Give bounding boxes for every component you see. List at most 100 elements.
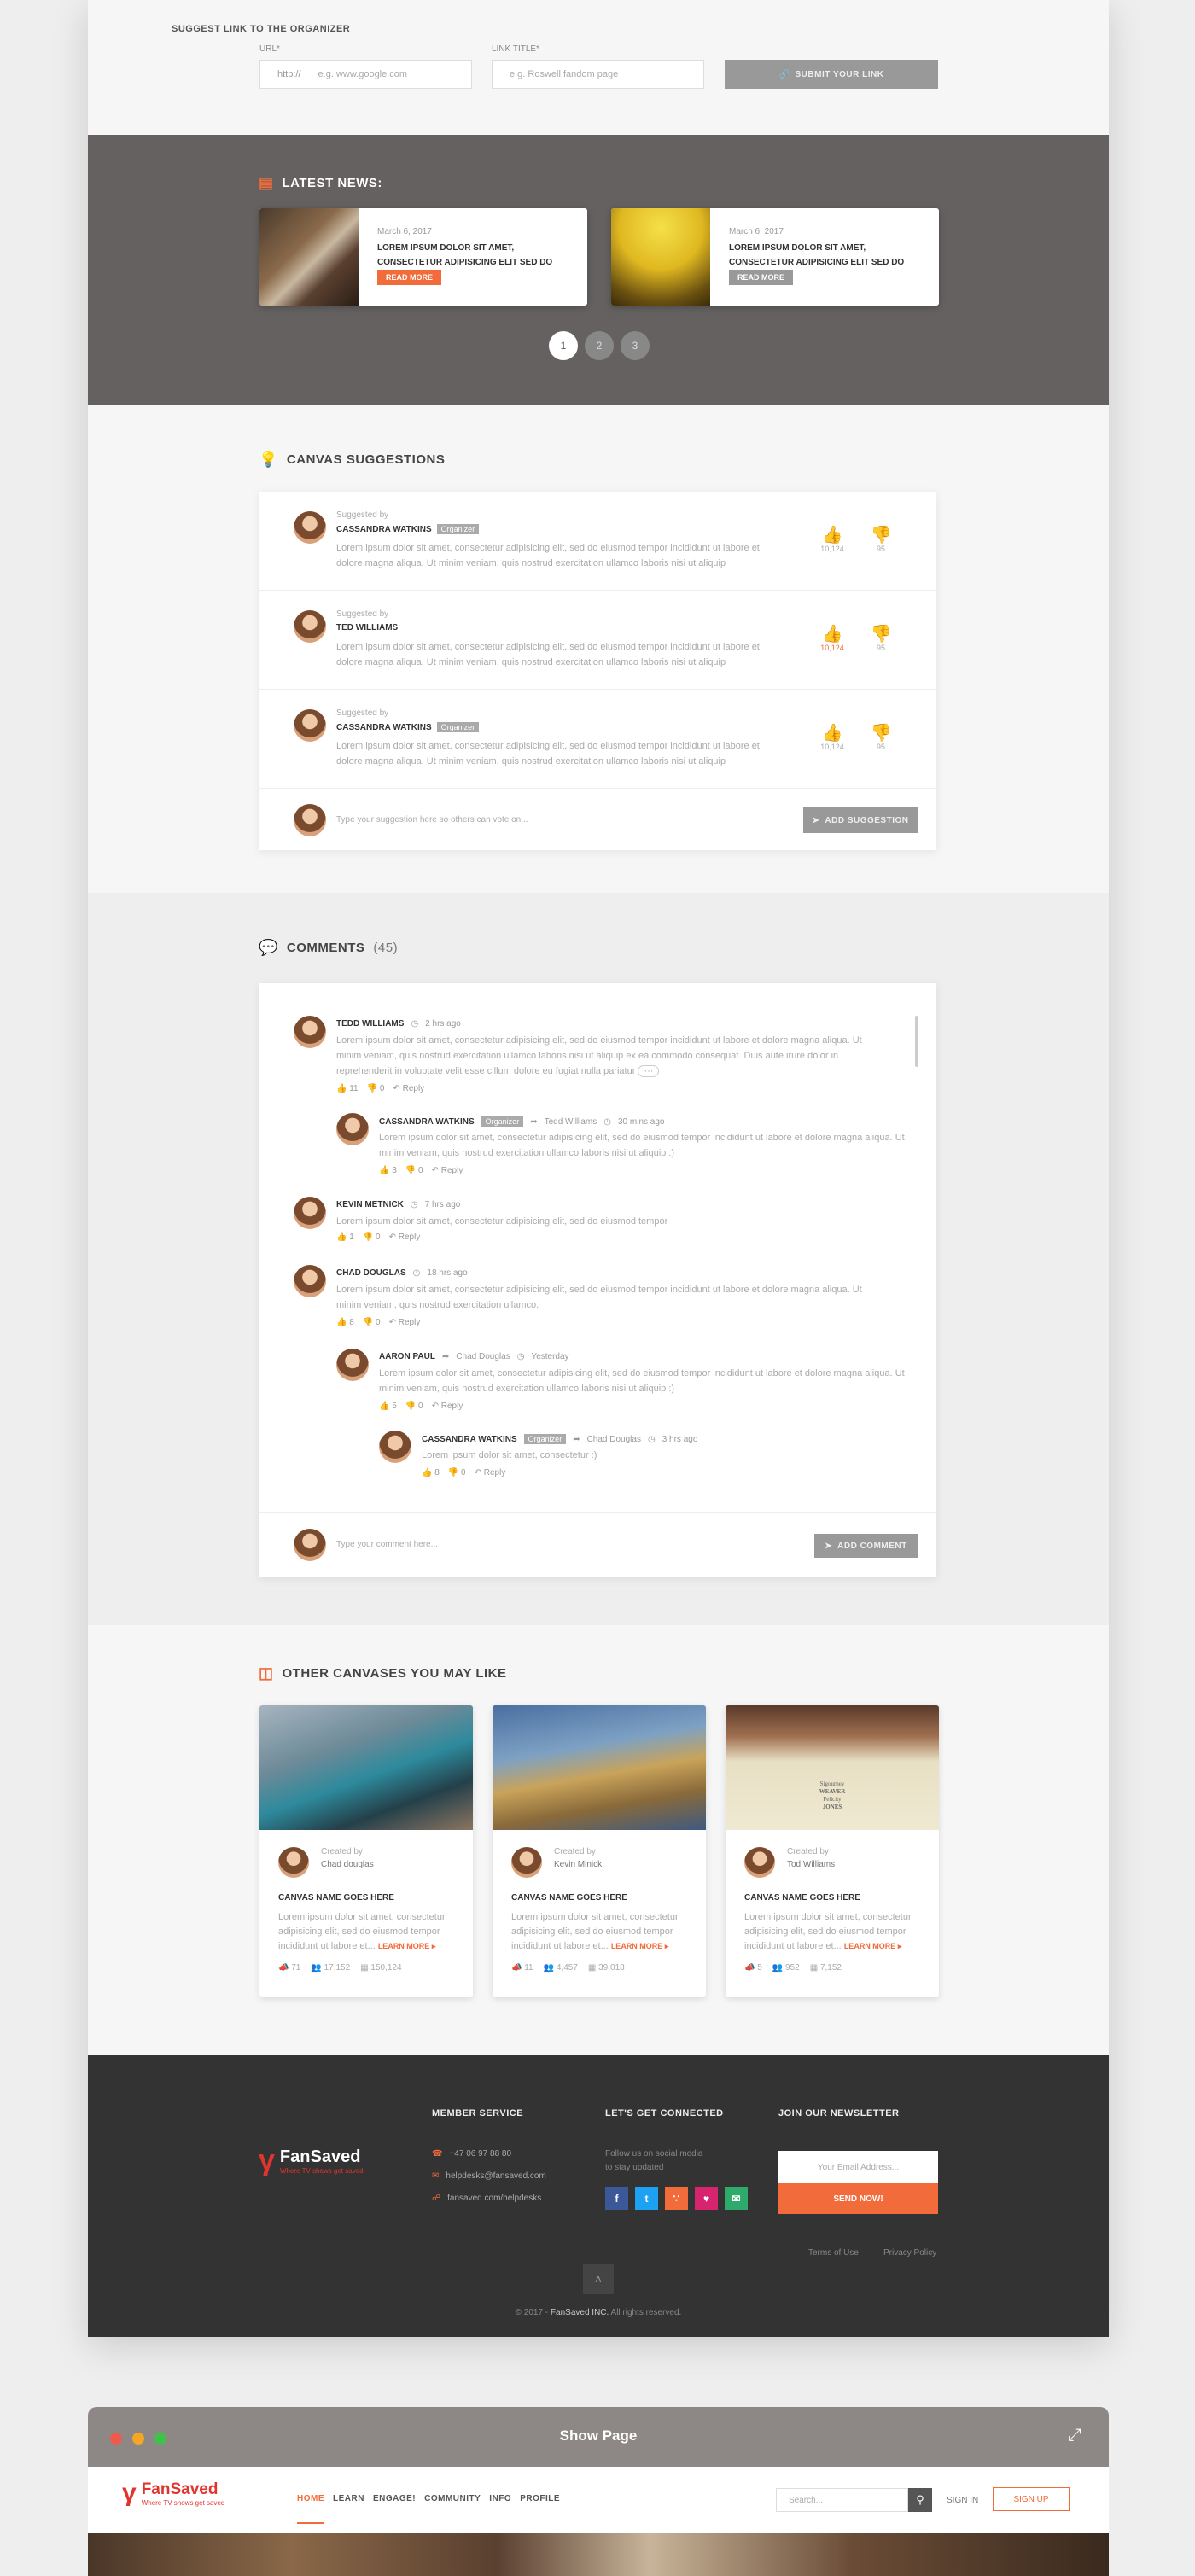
footer-logo[interactable]: γ FanSaved Where TV shows get saved: [259, 2144, 364, 2177]
canvas-stats: 📣 71 👥 17,152 ▦ 150,124: [278, 1963, 402, 1973]
stat-value: 952: [785, 1963, 800, 1973]
suggested-by-label: Suggested by: [336, 609, 389, 619]
learn-more-link[interactable]: LEARN MORE ▸: [844, 1942, 902, 1950]
url-input[interactable]: http:// e.g. www.google.com: [259, 60, 472, 89]
suggestion-input[interactable]: Type your suggestion here so others can …: [336, 815, 528, 825]
reply-arrow-icon: ➦: [441, 1352, 450, 1361]
comment-line: minim veniam, quis nostrud exercitation …: [379, 1384, 675, 1394]
helpdesk-link[interactable]: ☍ fansaved.com/helpdesks: [432, 2194, 541, 2203]
page-3-button[interactable]: 3: [621, 331, 650, 360]
like-button[interactable]: 👍 3: [379, 1166, 397, 1175]
canvas-card[interactable]: Sigourney WEAVER Felicity JONES Created by …: [726, 1705, 939, 1997]
megaphone-stat: 📣 11: [511, 1963, 533, 1973]
heart-icon[interactable]: ♥: [695, 2187, 718, 2210]
thumbs-up-icon: 👍: [821, 724, 843, 743]
add-suggestion-button[interactable]: ➤ ADD SUGGESTION: [803, 807, 918, 833]
comment-author: CASSANDRA WATKINS: [422, 1434, 517, 1444]
navbar-logo[interactable]: γ FanSaved Where TV shows get saved: [122, 2479, 224, 2508]
nav-profile[interactable]: PROFILE: [520, 2494, 560, 2524]
expand-icon[interactable]: ⤢: [1068, 2426, 1081, 2445]
dislike-button[interactable]: 👎 0: [405, 1402, 423, 1411]
dislike-button[interactable]: 👎 0: [448, 1468, 466, 1477]
clock-icon: ◷: [647, 1434, 656, 1444]
dislike-button[interactable]: 👎 0: [405, 1166, 423, 1175]
nav-community[interactable]: COMMUNITY: [424, 2494, 481, 2524]
send-now-button[interactable]: SEND NOW!: [778, 2183, 938, 2214]
facebook-icon[interactable]: f: [605, 2187, 628, 2210]
read-more-button[interactable]: READ MORE: [729, 270, 794, 285]
reply-button[interactable]: ↶ Reply: [432, 1402, 463, 1411]
dislike-button[interactable]: 👎 0: [367, 1084, 385, 1093]
comment-time: 2 hrs ago: [425, 1019, 461, 1029]
rss-icon[interactable]: ∵: [665, 2187, 688, 2210]
search-input[interactable]: Search...: [776, 2488, 908, 2512]
avatar: [294, 709, 326, 742]
page-1-button[interactable]: 1: [549, 331, 578, 360]
submit-link-button[interactable]: 🔗 SUBMIT YOUR LINK: [725, 60, 938, 89]
comment-text: Lorem ipsum dolor sit amet, consectetur …: [336, 1033, 934, 1079]
upvote-button[interactable]: 👍 10,124: [815, 526, 849, 553]
add-comment-button[interactable]: ➤ ADD COMMENT: [814, 1534, 918, 1558]
search-button[interactable]: ⚲: [908, 2488, 932, 2512]
suggester: TED WILLIAMS: [336, 623, 398, 632]
like-count: 8: [349, 1318, 354, 1327]
comment-actions: 👍 3 👎 0 ↶ Reply: [379, 1166, 463, 1175]
avatar: [294, 511, 326, 544]
canvas-card[interactable]: Created by Kevin Minick CANVAS NAME GOES…: [493, 1705, 706, 1997]
reply-button[interactable]: ↶ Reply: [393, 1084, 424, 1093]
dislike-button[interactable]: 👎 0: [363, 1233, 381, 1242]
sign-in-link[interactable]: SIGN IN: [947, 2496, 978, 2505]
terms-link[interactable]: Terms of Use: [808, 2248, 859, 2258]
comment-line: reprehenderit in voluptate velit esse ci…: [336, 1066, 636, 1076]
upvote-button[interactable]: 👍 10,124: [815, 625, 849, 652]
comment-time: 18 hrs ago: [427, 1268, 468, 1278]
like-button[interactable]: 👍 8: [336, 1318, 354, 1327]
dislike-count: 0: [461, 1468, 466, 1477]
reply-button[interactable]: ↶ Reply: [475, 1468, 506, 1477]
news-card[interactable]: March 6, 2017 LOREM IPSUM DOLOR SIT AMET…: [611, 208, 939, 306]
avatar: [294, 1197, 326, 1229]
nav-info[interactable]: INFO: [489, 2494, 511, 2524]
url-prefix: http://: [277, 69, 301, 79]
twitter-icon[interactable]: t: [635, 2187, 658, 2210]
upvote-button[interactable]: 👍 10,124: [815, 724, 849, 751]
reply-button[interactable]: ↶ Reply: [432, 1166, 463, 1175]
link-title-input[interactable]: e.g. Roswell fandom page: [492, 60, 704, 89]
canvas-card[interactable]: Created by Chad douglas CANVAS NAME GOES…: [259, 1705, 473, 1997]
privacy-link[interactable]: Privacy Policy: [883, 2248, 936, 2258]
nav-learn[interactable]: LEARN: [333, 2494, 364, 2524]
nav-engage[interactable]: ENGAGE!: [373, 2494, 416, 2524]
reply-button[interactable]: ↶ Reply: [389, 1233, 421, 1242]
downvote-button[interactable]: 👎 95: [864, 724, 898, 751]
mail-icon[interactable]: ✉: [725, 2187, 748, 2210]
page-2-button[interactable]: 2: [585, 331, 614, 360]
like-button[interactable]: 👍 11: [336, 1084, 358, 1093]
like-count: 11: [349, 1084, 358, 1093]
reply-button[interactable]: ↶ Reply: [389, 1318, 421, 1327]
reply-label: Reply: [402, 1084, 425, 1093]
phone-link[interactable]: ☎ +47 06 97 88 80: [432, 2149, 511, 2159]
read-more-button[interactable]: READ MORE: [377, 270, 442, 285]
sign-up-button[interactable]: SIGN UP: [993, 2487, 1070, 2511]
nav-home[interactable]: HOME: [297, 2494, 324, 2524]
back-to-top-button[interactable]: ˄: [583, 2264, 614, 2294]
news-card[interactable]: March 6, 2017 LOREM IPSUM DOLOR SIT AMET…: [259, 208, 587, 306]
expand-button[interactable]: ···: [638, 1065, 660, 1077]
like-button[interactable]: 👍 5: [379, 1402, 397, 1411]
stat-value: 150,124: [370, 1963, 402, 1973]
organizer-badge: Organizer: [436, 524, 480, 534]
learn-more-link[interactable]: LEARN MORE ▸: [378, 1942, 436, 1950]
downvote-button[interactable]: 👎 95: [864, 625, 898, 652]
thumbs-up-icon: 👍: [821, 526, 843, 545]
link-title-label: LINK TITLE*: [492, 44, 539, 54]
dislike-button[interactable]: 👎 0: [363, 1318, 381, 1327]
newsletter-email-input[interactable]: Your Email Address...: [778, 2151, 938, 2183]
like-button[interactable]: 👍 8: [422, 1468, 440, 1477]
email-link[interactable]: ✉ helpdesks@fansaved.com: [432, 2171, 546, 2181]
like-button[interactable]: 👍 1: [336, 1233, 354, 1242]
avatar: [379, 1431, 411, 1463]
stat-value: 5: [757, 1963, 762, 1973]
comment-input[interactable]: Type your comment here...: [336, 1540, 438, 1549]
learn-more-link[interactable]: LEARN MORE ▸: [611, 1942, 669, 1950]
downvote-button[interactable]: 👎 95: [864, 526, 898, 553]
